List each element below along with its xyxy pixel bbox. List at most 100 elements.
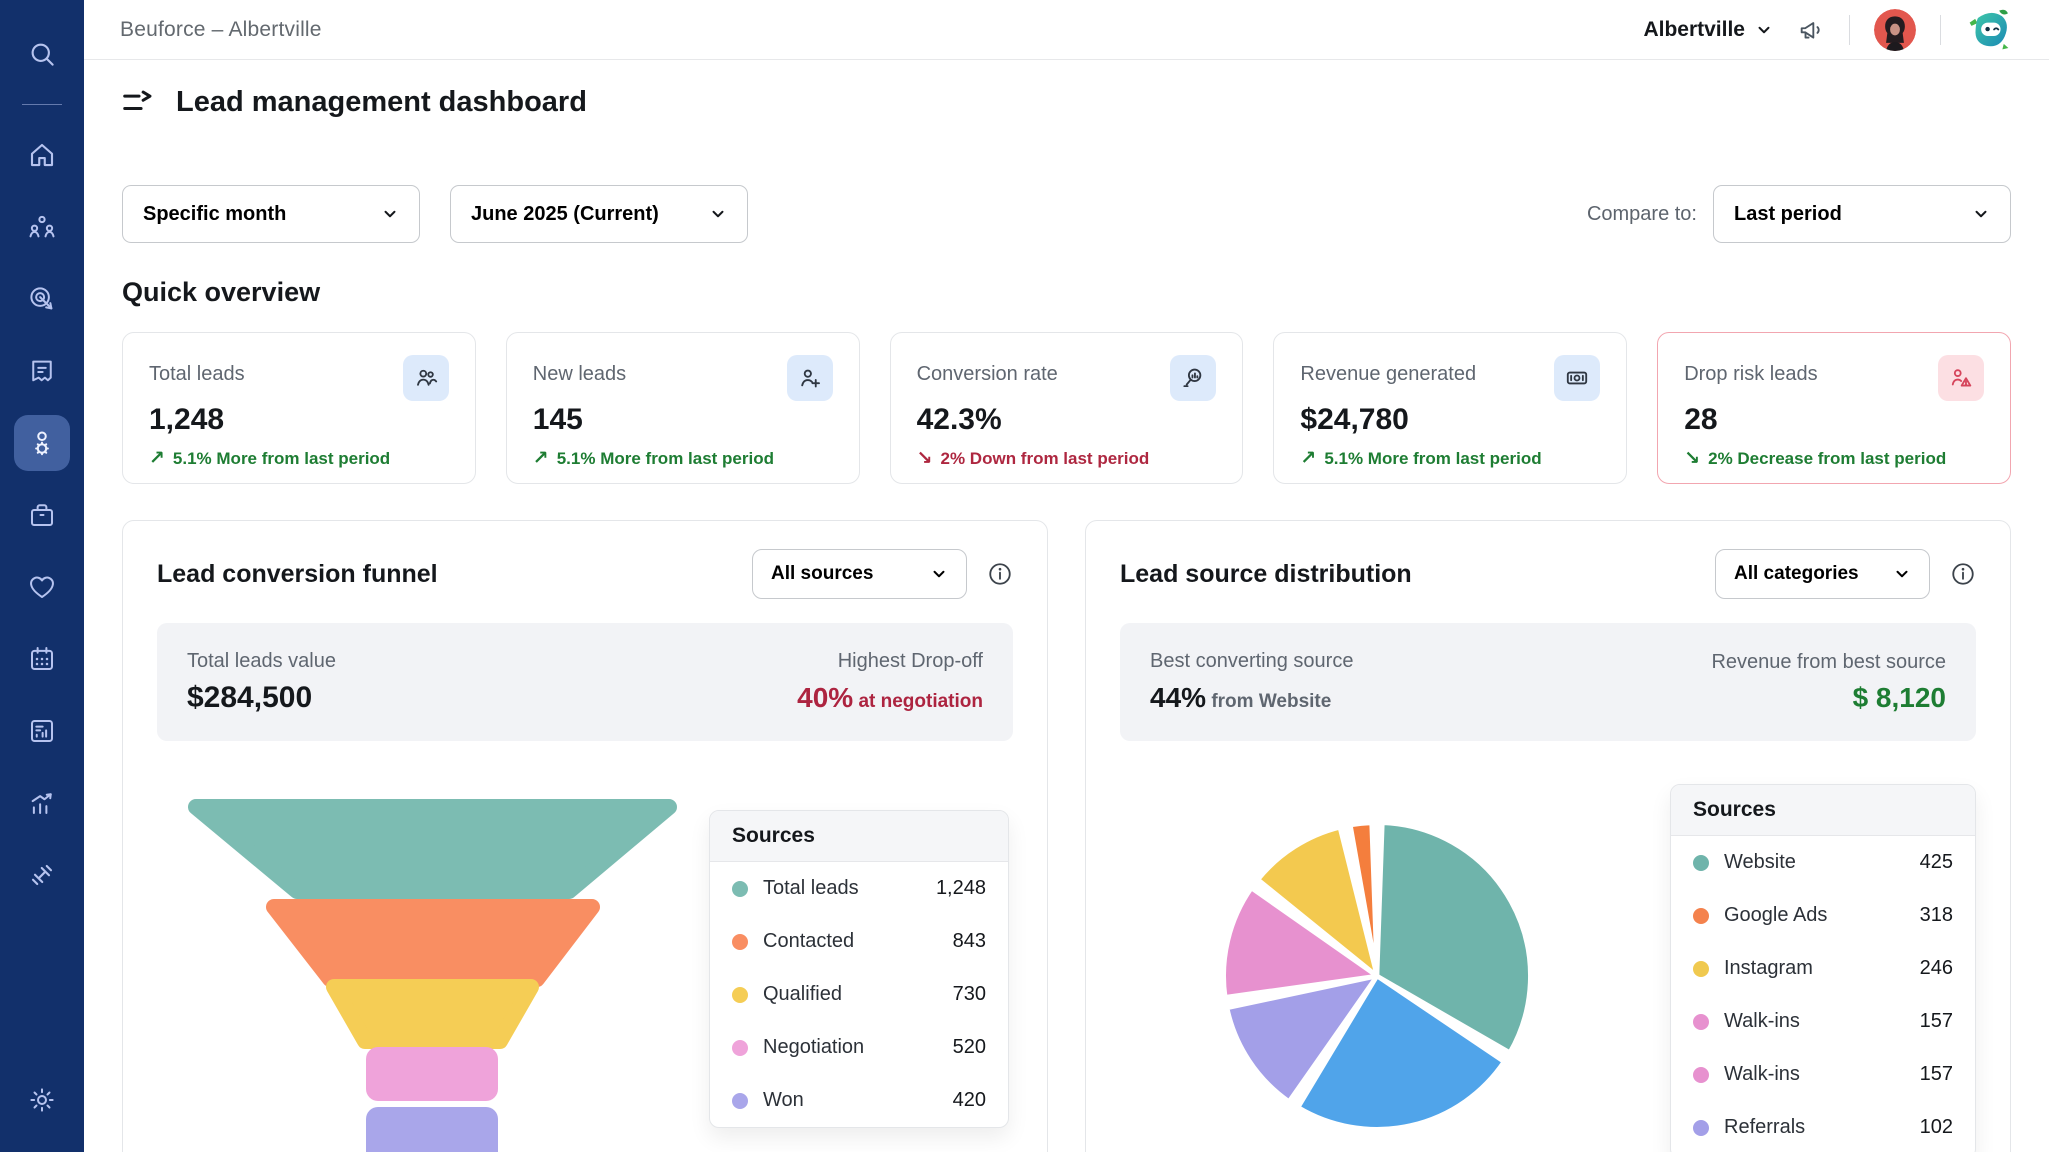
source-summary-band: Best converting source 44% from Website … <box>1120 623 1976 741</box>
sidebar-item-targeting[interactable] <box>14 271 70 327</box>
highest-dropoff-label: Highest Drop-off <box>797 650 983 673</box>
legend-dot <box>1693 855 1709 871</box>
best-source-label: Best converting source <box>1150 650 1353 673</box>
workspace-title: Beuforce – Albertville <box>120 18 322 42</box>
legend-title: Sources <box>710 811 1008 862</box>
sidebar-item-calendar[interactable] <box>14 631 70 687</box>
legend-row: Contacted 843 <box>710 915 1008 968</box>
card-title: Total leads <box>149 355 245 386</box>
card-trend: ↗ 5.1% More from last period <box>1300 447 1600 470</box>
sidebar-item-analytics[interactable] <box>14 775 70 831</box>
chevron-down-icon <box>1755 21 1773 39</box>
funnel-chart <box>183 799 683 1152</box>
card-trend: ↗ 5.1% More from last period <box>149 447 449 470</box>
legend-row: Referrals 102 <box>1671 1101 1975 1152</box>
card-value: 1,248 <box>149 403 449 437</box>
trend-up-icon: ↗ <box>149 447 165 470</box>
user-warning-icon <box>1938 355 1984 401</box>
sidebar-item-team[interactable] <box>14 199 70 255</box>
categories-filter-value: All categories <box>1734 563 1859 585</box>
pie-chart <box>1216 815 1538 1137</box>
chevron-down-icon <box>381 205 399 223</box>
mascot-logo[interactable] <box>1965 7 2013 53</box>
best-source-revenue-value: $ 8,120 <box>1711 682 1946 714</box>
sidebar-item-training[interactable] <box>14 847 70 903</box>
total-leads-value-label: Total leads value <box>187 650 336 673</box>
chevron-down-icon <box>1972 205 1990 223</box>
lead-conversion-funnel-panel: Lead conversion funnel All sources <box>122 520 1048 1152</box>
sidebar-item-lead-management[interactable] <box>14 415 70 471</box>
user-avatar[interactable] <box>1874 9 1916 51</box>
chevron-down-icon <box>709 205 727 223</box>
location-label: Albertville <box>1643 18 1745 42</box>
topbar-divider-2 <box>1940 15 1941 45</box>
card-trend: ↘ 2% Decrease from last period <box>1684 447 1984 470</box>
period-value: June 2025 (Current) <box>471 203 659 226</box>
legend-dot <box>1693 961 1709 977</box>
trend-down-icon: ↘ <box>1684 447 1700 470</box>
legend-dot <box>1693 908 1709 924</box>
search-icon[interactable] <box>14 26 70 82</box>
best-source-revenue-label: Revenue from best source <box>1711 651 1946 674</box>
legend-row: Walk-ins 157 <box>1671 1048 1975 1101</box>
quick-overview-heading: Quick overview <box>122 277 2011 308</box>
topbar-divider <box>1849 15 1850 45</box>
card-drop-risk-leads: Drop risk leads 28 ↘ 2% Decrease from la… <box>1657 332 2011 484</box>
card-trend: ↗ 5.1% More from last period <box>533 447 833 470</box>
legend-row: Instagram 246 <box>1671 942 1975 995</box>
sources-filter-value: All sources <box>771 563 873 585</box>
card-new-leads: New leads 145 ↗ 5.1% More from last peri… <box>506 332 860 484</box>
legend-dot <box>732 881 748 897</box>
trend-down-icon: ↘ <box>917 447 933 470</box>
sources-filter-dropdown[interactable]: All sources <box>752 549 967 599</box>
chevron-down-icon <box>930 565 948 583</box>
sidebar <box>0 0 84 1152</box>
app-window: Beuforce – Albertville Albertville <box>0 0 2049 1152</box>
sidebar-item-settings[interactable] <box>14 1072 70 1128</box>
legend-title: Sources <box>1671 785 1975 836</box>
funnel-summary-band: Total leads value $284,500 Highest Drop-… <box>157 623 1013 741</box>
card-value: $24,780 <box>1300 403 1600 437</box>
card-title: Conversion rate <box>917 355 1058 386</box>
card-value: 28 <box>1684 403 1984 437</box>
legend-dot <box>732 1093 748 1109</box>
collapse-menu-icon[interactable] <box>120 88 154 118</box>
period-value-dropdown[interactable]: June 2025 (Current) <box>450 185 748 243</box>
legend-row: Total leads 1,248 <box>710 862 1008 915</box>
compare-dropdown[interactable]: Last period <box>1713 185 2011 243</box>
card-value: 42.3% <box>917 403 1217 437</box>
legend-dot <box>732 934 748 950</box>
card-total-leads: Total leads 1,248 ↗ 5.1% More from last … <box>122 332 476 484</box>
period-type-dropdown[interactable]: Specific month <box>122 185 420 243</box>
info-icon[interactable] <box>1950 561 1976 587</box>
legend-row: Google Ads 318 <box>1671 889 1975 942</box>
sidebar-item-home[interactable] <box>14 127 70 183</box>
legend-dot <box>732 1040 748 1056</box>
panel-title: Lead conversion funnel <box>157 560 438 589</box>
sidebar-item-packages[interactable] <box>14 487 70 543</box>
banknote-icon <box>1554 355 1600 401</box>
card-title: New leads <box>533 355 626 386</box>
legend-row: Qualified 730 <box>710 968 1008 1021</box>
legend-row: Won 420 <box>710 1074 1008 1127</box>
sidebar-item-reports[interactable] <box>14 703 70 759</box>
page-title: Lead management dashboard <box>176 86 587 119</box>
users-icon <box>403 355 449 401</box>
legend-row: Negotiation 520 <box>710 1021 1008 1074</box>
info-icon[interactable] <box>987 561 1013 587</box>
sidebar-item-receipts[interactable] <box>14 343 70 399</box>
card-revenue-generated: Revenue generated $24,780 ↗ 5.1% More fr… <box>1273 332 1627 484</box>
legend-row: Walk-ins 157 <box>1671 995 1975 1048</box>
card-title: Revenue generated <box>1300 355 1476 386</box>
sidebar-item-favorites[interactable] <box>14 559 70 615</box>
location-dropdown[interactable]: Albertville <box>1643 18 1773 42</box>
categories-filter-dropdown[interactable]: All categories <box>1715 549 1930 599</box>
trend-up-icon: ↗ <box>533 447 549 470</box>
total-leads-value: $284,500 <box>187 681 336 715</box>
highest-dropoff-value: 40% at negotiation <box>797 681 983 715</box>
card-trend: ↘ 2% Down from last period <box>917 447 1217 470</box>
kpi-cards-row: Total leads 1,248 ↗ 5.1% More from last … <box>84 332 2049 484</box>
megaphone-icon[interactable] <box>1797 16 1825 44</box>
funnel-legend-card: Sources Total leads 1,248 Contacted 843 <box>709 810 1009 1128</box>
best-source-value: 44% from Website <box>1150 681 1353 715</box>
